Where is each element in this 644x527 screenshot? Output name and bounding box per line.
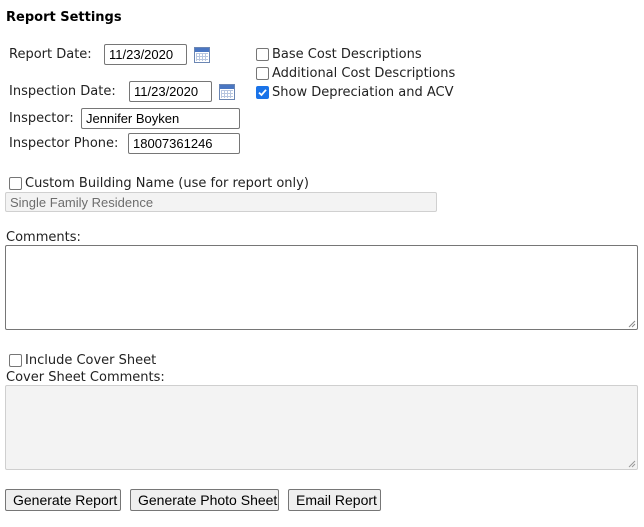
additional-cost-descriptions-checkbox[interactable] — [256, 67, 269, 80]
custom-building-name-label: Custom Building Name (use for report onl… — [25, 176, 309, 191]
include-cover-sheet-label: Include Cover Sheet — [25, 353, 157, 368]
additional-cost-descriptions-label: Additional Cost Descriptions — [272, 66, 456, 81]
calendar-icon[interactable] — [194, 47, 210, 63]
email-report-button[interactable]: Email Report — [288, 489, 381, 511]
resize-grip-icon[interactable] — [627, 319, 636, 328]
comments-textarea[interactable] — [5, 245, 638, 330]
report-date-label: Report Date: — [9, 47, 92, 62]
cover-sheet-comments-label: Cover Sheet Comments: — [6, 370, 165, 385]
inspection-date-label: Inspection Date: — [9, 84, 116, 99]
generate-report-button[interactable]: Generate Report — [5, 489, 121, 511]
base-cost-descriptions-checkbox[interactable] — [256, 48, 269, 61]
custom-building-name-checkbox[interactable] — [9, 177, 22, 190]
report-date-input[interactable] — [104, 44, 187, 65]
include-cover-sheet-checkbox[interactable] — [9, 354, 22, 367]
cover-sheet-comments-textarea[interactable] — [5, 385, 638, 470]
page-title: Report Settings — [6, 10, 122, 25]
inspection-date-input[interactable] — [129, 81, 212, 102]
calendar-icon[interactable] — [219, 84, 235, 100]
comments-label: Comments: — [6, 230, 81, 245]
checkmark-icon — [258, 89, 267, 97]
show-depreciation-acv-label: Show Depreciation and ACV — [272, 85, 454, 100]
resize-grip-icon[interactable] — [627, 459, 636, 468]
base-cost-descriptions-label: Base Cost Descriptions — [272, 47, 422, 62]
inspector-phone-label: Inspector Phone: — [9, 136, 119, 151]
show-depreciation-acv-checkbox[interactable] — [256, 86, 269, 99]
inspector-phone-input[interactable] — [128, 133, 240, 154]
custom-building-name-input[interactable] — [5, 192, 437, 212]
generate-photo-sheet-button[interactable]: Generate Photo Sheet — [130, 489, 279, 511]
inspector-input[interactable] — [81, 108, 240, 129]
inspector-label: Inspector: — [9, 111, 74, 126]
